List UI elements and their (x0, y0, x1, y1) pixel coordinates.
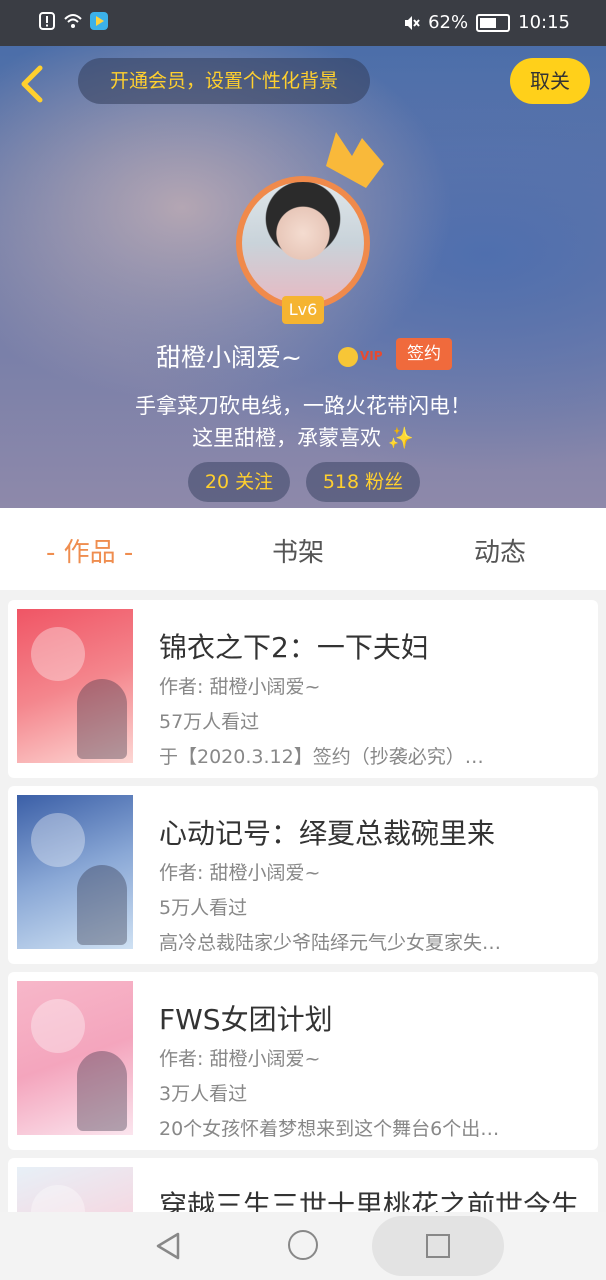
status-left-icons (38, 12, 108, 30)
book-views: 5万人看过 (159, 897, 248, 919)
book-title: FWS女团计划 (159, 1003, 333, 1036)
book-title: 锦衣之下2：一下夫妇 (159, 631, 429, 664)
level-badge: Lv6 (282, 296, 324, 324)
book-title: 心动记号：绎夏总裁碗里来 (159, 817, 496, 850)
system-nav-bar (0, 1212, 606, 1280)
battery-percent: 62% (428, 12, 469, 33)
tab-bar: - 作品 - 书架 动态 (0, 508, 606, 590)
book-author: 作者: 甜橙小阔爱~ (159, 676, 321, 698)
nav-recents-icon[interactable] (426, 1234, 450, 1258)
book-description: 于【2020.3.12】签约（抄袭必究）… (159, 746, 484, 768)
avatar[interactable] (236, 176, 370, 310)
list-item[interactable]: 锦衣之下2：一下夫妇 作者: 甜橙小阔爱~ 57万人看过 于【2020.3.12… (8, 600, 598, 778)
works-list: 锦衣之下2：一下夫妇 作者: 甜橙小阔爱~ 57万人看过 于【2020.3.12… (0, 590, 606, 1212)
profile-header: 开通会员，设置个性化背景 取关 Lv6 甜橙小阔爱~ VIP 签约 手拿菜刀砍电… (0, 46, 606, 508)
book-author: 作者: 甜橙小阔爱~ (159, 862, 321, 884)
unfollow-button[interactable]: 取关 (510, 58, 590, 104)
list-item[interactable]: 穿越三生三世十里桃花之前世今生 (8, 1158, 598, 1212)
list-item[interactable]: 心动记号：绎夏总裁碗里来 作者: 甜橙小阔爱~ 5万人看过 高冷总裁陆家少爷陆绎… (8, 786, 598, 964)
back-arrow-icon[interactable] (14, 64, 54, 104)
status-bar: 62% 10:15 (0, 0, 606, 46)
list-item[interactable]: FWS女团计划 作者: 甜橙小阔爱~ 3万人看过 20个女孩怀着梦想来到这个舞台… (8, 972, 598, 1150)
tab-bookshelf[interactable]: 书架 (272, 532, 324, 569)
fans-count[interactable]: 518 粉丝 (306, 462, 420, 502)
book-title: 穿越三生三世十里桃花之前世今生 (159, 1189, 580, 1212)
book-cover (17, 1167, 133, 1212)
name-row: 甜橙小阔爱~ VIP 签约 (0, 338, 606, 376)
alert-icon (39, 12, 55, 30)
vip-label: VIP (360, 349, 383, 363)
following-count[interactable]: 20 关注 (188, 462, 290, 502)
book-description: 高冷总裁陆家少爷陆绎元气少女夏家失… (159, 932, 502, 954)
tab-activity[interactable]: 动态 (474, 532, 526, 569)
status-right: 62% 10:15 (402, 12, 570, 33)
book-cover (17, 609, 133, 763)
username: 甜橙小阔爱~ (156, 343, 302, 372)
book-views: 3万人看过 (159, 1083, 248, 1105)
avatar-image (242, 182, 364, 304)
book-author: 作者: 甜橙小阔爱~ (159, 1048, 321, 1070)
book-cover (17, 795, 133, 949)
book-description: 20个女孩怀着梦想来到这个舞台6个出… (159, 1118, 500, 1140)
nav-back-icon[interactable] (154, 1230, 184, 1262)
battery-icon (476, 13, 511, 32)
nav-home-icon[interactable] (288, 1230, 318, 1260)
book-views: 57万人看过 (159, 711, 260, 733)
book-cover (17, 981, 133, 1135)
tab-works[interactable]: - 作品 - (46, 532, 133, 569)
signed-badge: 签约 (396, 338, 452, 370)
clock: 10:15 (518, 12, 570, 33)
vip-icon: VIP (338, 347, 388, 367)
bio-line-1: 手拿菜刀砍电线，一路火花带闪电！ (135, 394, 471, 418)
app-notification-icon (90, 12, 108, 30)
wifi-icon (64, 14, 82, 28)
bio-line-2: 这里甜橙，承蒙喜欢 ✨ (192, 426, 414, 450)
mute-icon (405, 15, 420, 30)
vip-background-banner[interactable]: 开通会员，设置个性化背景 (78, 58, 370, 104)
